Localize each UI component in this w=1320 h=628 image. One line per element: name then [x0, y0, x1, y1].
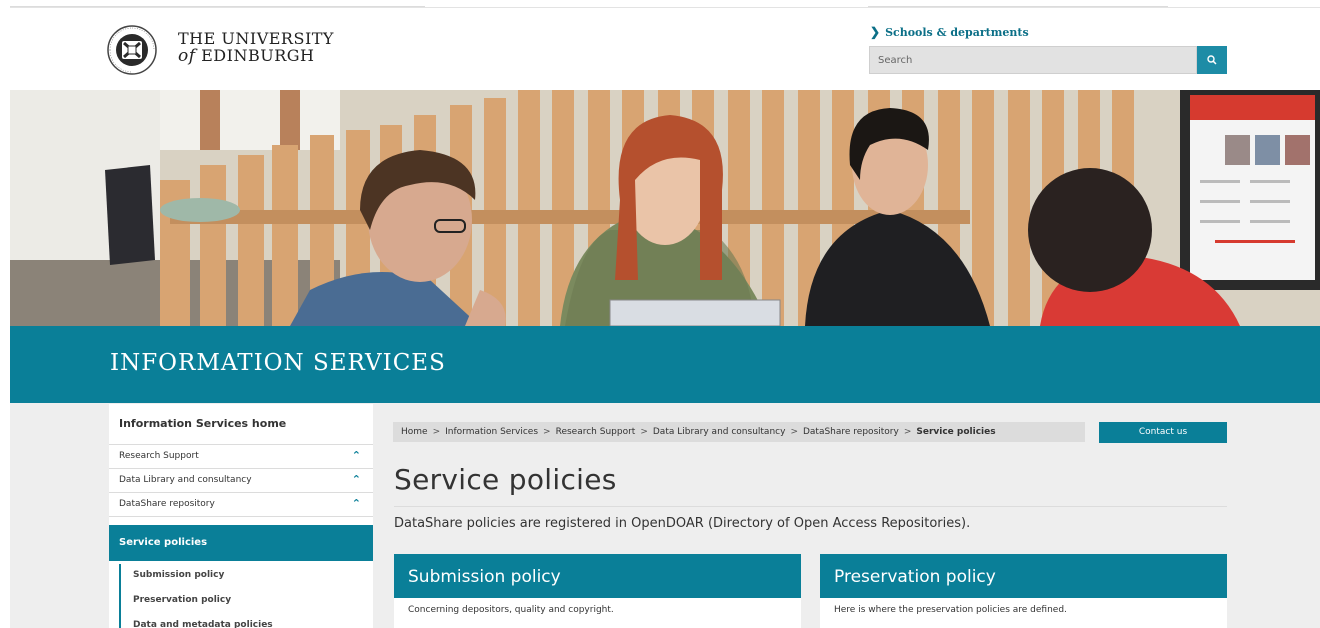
university-crest-logo[interactable]	[107, 25, 157, 75]
search-input[interactable]: Search	[869, 46, 1197, 74]
breadcrumb-research-support[interactable]: Research Support	[556, 427, 636, 437]
university-name-line2: of EDINBURGH	[178, 46, 315, 66]
contact-us-button[interactable]: Contact us	[1099, 422, 1227, 443]
card-title[interactable]: Preservation policy	[820, 554, 1227, 598]
divider	[394, 506, 1227, 507]
left-navigation: Information Services home Research Suppo…	[109, 404, 373, 628]
breadcrumb-datashare[interactable]: DataShare repository	[803, 427, 899, 437]
subnav-list: Submission policy Preservation policy Da…	[119, 564, 369, 628]
subnav-data-metadata-policies[interactable]: Data and metadata policies	[133, 620, 273, 628]
intro-text: DataShare policies are registered in Ope…	[394, 516, 971, 531]
nav-item-datashare-repository[interactable]: DataShare repository ⌃	[109, 493, 373, 517]
breadcrumb-information-services[interactable]: Information Services	[445, 427, 538, 437]
chevron-up-icon[interactable]: ⌃	[352, 497, 361, 510]
nav-item-data-library[interactable]: Data Library and consultancy ⌃	[109, 469, 373, 493]
banner-title[interactable]: INFORMATION SERVICES	[110, 350, 446, 376]
top-edge	[10, 0, 1320, 8]
chevron-right-icon: ❯	[870, 25, 881, 39]
breadcrumb-data-library[interactable]: Data Library and consultancy	[653, 427, 786, 437]
schools-departments-label: Schools & departments	[885, 25, 1029, 39]
breadcrumb-current: Service policies	[916, 427, 996, 437]
card-preservation-policy[interactable]: Preservation policy Here is where the pr…	[820, 554, 1227, 628]
nav-item-research-support[interactable]: Research Support ⌃	[109, 445, 373, 469]
university-name[interactable]: THE UNIVERSITY of EDINBURGH	[178, 31, 334, 65]
card-title[interactable]: Submission policy	[394, 554, 801, 598]
schools-departments-link[interactable]: ❯ Schools & departments	[870, 25, 1029, 39]
chevron-up-icon[interactable]: ⌃	[352, 473, 361, 486]
breadcrumb-home[interactable]: Home	[401, 427, 428, 437]
search-button[interactable]	[1197, 46, 1227, 74]
card-description: Here is where the preservation policies …	[834, 605, 1067, 615]
nav-item-label: Research Support	[119, 451, 199, 461]
hero-photo	[10, 90, 1320, 326]
nav-item-service-policies[interactable]: Service policies	[109, 525, 373, 561]
section-banner: INFORMATION SERVICES	[10, 326, 1320, 403]
search-icon	[1207, 55, 1217, 65]
chevron-up-icon[interactable]: ⌃	[352, 449, 361, 462]
nav-information-services-home[interactable]: Information Services home	[109, 404, 373, 445]
nav-item-label: DataShare repository	[119, 499, 215, 509]
page-title: Service policies	[394, 463, 617, 496]
nav-item-label: Data Library and consultancy	[119, 475, 252, 485]
card-description: Concerning depositors, quality and copyr…	[408, 605, 614, 615]
university-name-line1: THE UNIVERSITY	[178, 29, 334, 48]
subnav-preservation-policy[interactable]: Preservation policy	[133, 595, 231, 605]
card-submission-policy[interactable]: Submission policy Concerning depositors,…	[394, 554, 801, 628]
breadcrumb: Home > Information Services > Research Suppo…	[393, 422, 1085, 442]
subnav-submission-policy[interactable]: Submission policy	[133, 570, 224, 580]
